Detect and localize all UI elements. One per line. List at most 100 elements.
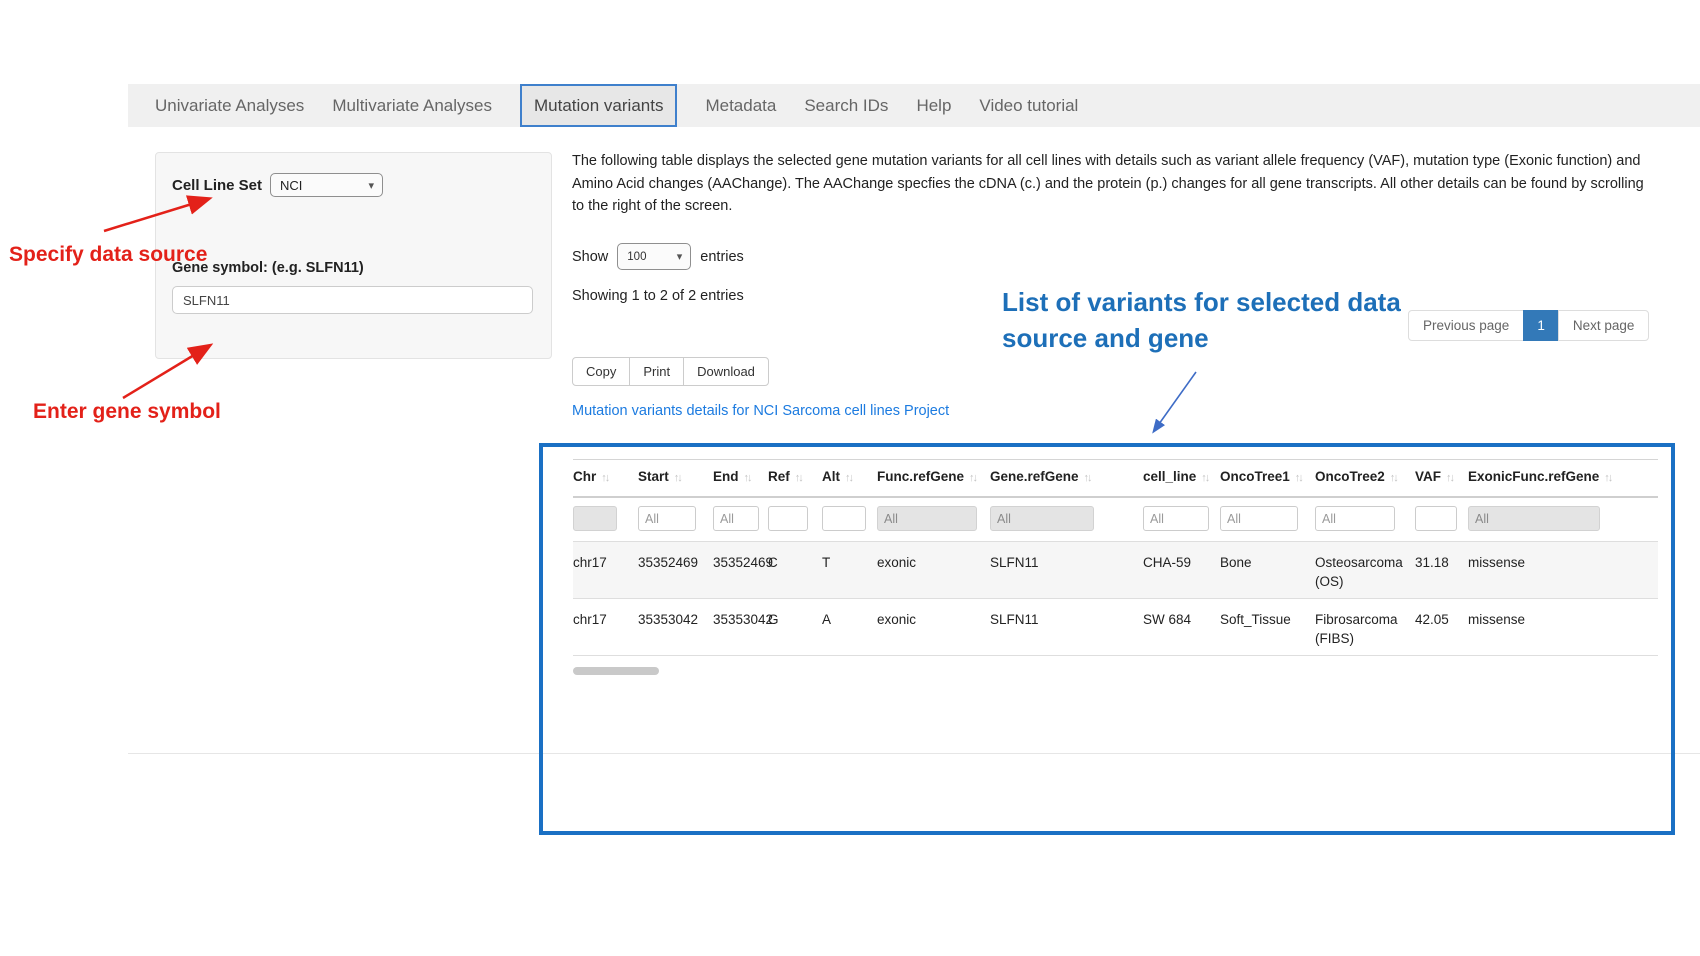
previous-page-button[interactable]: Previous page	[1408, 310, 1524, 341]
filter-input-end[interactable]	[713, 506, 759, 531]
annotation-specify-data-source: Specify data source	[9, 243, 207, 267]
filter-input-alt[interactable]	[822, 506, 866, 531]
filter-select-gene-refgene[interactable]: All	[990, 506, 1094, 531]
column-header-exonicfunc-refgene[interactable]: ExonicFunc.refGene ↑↓	[1468, 460, 1658, 498]
cell-oncotree1: Bone	[1220, 542, 1315, 599]
page-length-select[interactable]: 100 ▾	[617, 243, 691, 270]
tab-help[interactable]: Help	[916, 84, 951, 127]
filter-cell-ref	[768, 497, 822, 542]
tab-video-tutorial[interactable]: Video tutorial	[979, 84, 1078, 127]
nav-tabs: Univariate Analyses Multivariate Analyses…	[128, 84, 1700, 127]
filter-cell-cell-line	[1143, 497, 1220, 542]
cell-chr: chr17	[573, 542, 638, 599]
filter-cell-func-refgene: All	[877, 497, 990, 542]
cell-func-refgene: exonic	[877, 542, 990, 599]
filter-cell-vaf	[1415, 497, 1468, 542]
column-header-alt[interactable]: Alt↑↓	[822, 460, 877, 498]
cell-oncotree2: Osteosarcoma (OS)	[1315, 542, 1415, 599]
cell-gene-refgene: SLFN11	[990, 599, 1143, 656]
cell-alt: T	[822, 542, 877, 599]
sort-icon[interactable]: ↑↓	[744, 472, 751, 484]
sort-icon[interactable]: ↑↓	[601, 472, 608, 484]
filter-input-vaf[interactable]	[1415, 506, 1457, 531]
cell-start: 35353042	[638, 599, 713, 656]
sort-icon[interactable]: ↑↓	[1084, 472, 1091, 484]
download-button[interactable]: Download	[683, 357, 769, 386]
sort-icon[interactable]: ↑↓	[845, 472, 852, 484]
table-filter-row: All All All	[573, 497, 1658, 542]
gene-symbol-input[interactable]	[172, 286, 533, 314]
tab-search-ids[interactable]: Search IDs	[804, 84, 888, 127]
filter-select-chr[interactable]	[573, 506, 617, 531]
tab-univariate-analyses[interactable]: Univariate Analyses	[155, 84, 304, 127]
column-label: End	[713, 469, 739, 484]
gene-symbol-label: Gene symbol: (e.g. SLFN11)	[172, 260, 538, 276]
filter-input-start[interactable]	[638, 506, 696, 531]
page: Univariate Analyses Multivariate Analyses…	[0, 0, 1700, 956]
column-header-gene-refgene[interactable]: Gene.refGene ↑↓	[990, 460, 1143, 498]
column-label: Func.refGene	[877, 469, 964, 484]
scrollbar-thumb[interactable]	[573, 667, 659, 675]
tab-metadata[interactable]: Metadata	[705, 84, 776, 127]
cell-cell-line: SW 684	[1143, 599, 1220, 656]
sort-icon[interactable]: ↑↓	[969, 472, 976, 484]
export-buttons: Copy Print Download	[572, 357, 769, 386]
cell-end: 35353042	[713, 599, 768, 656]
filter-input-ref[interactable]	[768, 506, 808, 531]
cell-line-set-value: NCI	[280, 178, 302, 193]
cell-line-set-label: Cell Line Set	[172, 177, 262, 194]
filter-cell-end	[713, 497, 768, 542]
variants-table: Chr↑↓Start↑↓End↑↓Ref↑↓Alt↑↓Func.refGene↑…	[573, 459, 1658, 656]
sort-icon[interactable]: ↑↓	[674, 472, 681, 484]
cell-start: 35352469	[638, 542, 713, 599]
cell-vaf: 31.18	[1415, 542, 1468, 599]
sort-icon[interactable]: ↑↓	[1390, 472, 1397, 484]
column-label: Gene.refGene	[990, 469, 1079, 484]
show-label: Show	[572, 249, 608, 265]
column-label: Ref	[768, 469, 790, 484]
cell-chr: chr17	[573, 599, 638, 656]
column-header-oncotree1[interactable]: OncoTree1↑↓	[1220, 460, 1315, 498]
column-header-ref[interactable]: Ref ↑↓	[768, 460, 822, 498]
next-page-button[interactable]: Next page	[1558, 310, 1650, 341]
filter-cell-gene-refgene: All	[990, 497, 1143, 542]
sort-icon[interactable]: ↑↓	[1604, 472, 1611, 484]
horizontal-scrollbar[interactable]	[573, 667, 1658, 676]
cell-line-set-select[interactable]: NCI ▾	[270, 173, 383, 197]
column-header-cell-line[interactable]: cell_line↑↓	[1143, 460, 1220, 498]
column-label: ExonicFunc.refGene	[1468, 469, 1599, 484]
column-header-start[interactable]: Start↑↓	[638, 460, 713, 498]
tab-mutation-variants[interactable]: Mutation variants	[520, 84, 677, 127]
table-row[interactable]: chr173535304235353042GAexonicSLFN11SW 68…	[573, 599, 1658, 656]
table-row[interactable]: chr173535246935352469CTexonicSLFN11CHA-5…	[573, 542, 1658, 599]
cell-exonicfunc-refgene: missense	[1468, 599, 1658, 656]
sort-icon[interactable]: ↑↓	[1201, 472, 1208, 484]
filter-select-func-refgene[interactable]: All	[877, 506, 977, 531]
table-caption-link[interactable]: Mutation variants details for NCI Sarcom…	[572, 403, 949, 419]
blue-arrow-to-table	[1154, 372, 1196, 431]
print-button[interactable]: Print	[629, 357, 684, 386]
filter-input-cell-line[interactable]	[1143, 506, 1209, 531]
variants-table-container: Chr↑↓Start↑↓End↑↓Ref↑↓Alt↑↓Func.refGene↑…	[539, 443, 1675, 835]
sort-icon[interactable]: ↑↓	[1295, 472, 1302, 484]
sort-icon[interactable]: ↑↓	[1446, 472, 1453, 484]
cell-exonicfunc-refgene: missense	[1468, 542, 1658, 599]
filter-cell-oncotree2	[1315, 497, 1415, 542]
chevron-down-icon: ▾	[369, 179, 375, 192]
column-header-chr[interactable]: Chr↑↓	[573, 460, 638, 498]
column-header-oncotree2[interactable]: OncoTree2 ↑↓	[1315, 460, 1415, 498]
column-header-end[interactable]: End ↑↓	[713, 460, 768, 498]
column-header-vaf[interactable]: VAF ↑↓	[1415, 460, 1468, 498]
current-page-button[interactable]: 1	[1523, 310, 1559, 341]
filter-input-oncotree2[interactable]	[1315, 506, 1395, 531]
copy-button[interactable]: Copy	[572, 357, 630, 386]
filter-input-oncotree1[interactable]	[1220, 506, 1298, 531]
column-label: VAF	[1415, 469, 1441, 484]
filter-select-exonicfunc-refgene[interactable]: All	[1468, 506, 1600, 531]
column-header-func-refgene[interactable]: Func.refGene ↑↓	[877, 460, 990, 498]
chevron-down-icon: ▾	[677, 250, 683, 263]
tab-multivariate-analyses[interactable]: Multivariate Analyses	[332, 84, 492, 127]
filter-cell-chr	[573, 497, 638, 542]
column-label: OncoTree2	[1315, 469, 1385, 484]
sort-icon[interactable]: ↑↓	[795, 472, 802, 484]
